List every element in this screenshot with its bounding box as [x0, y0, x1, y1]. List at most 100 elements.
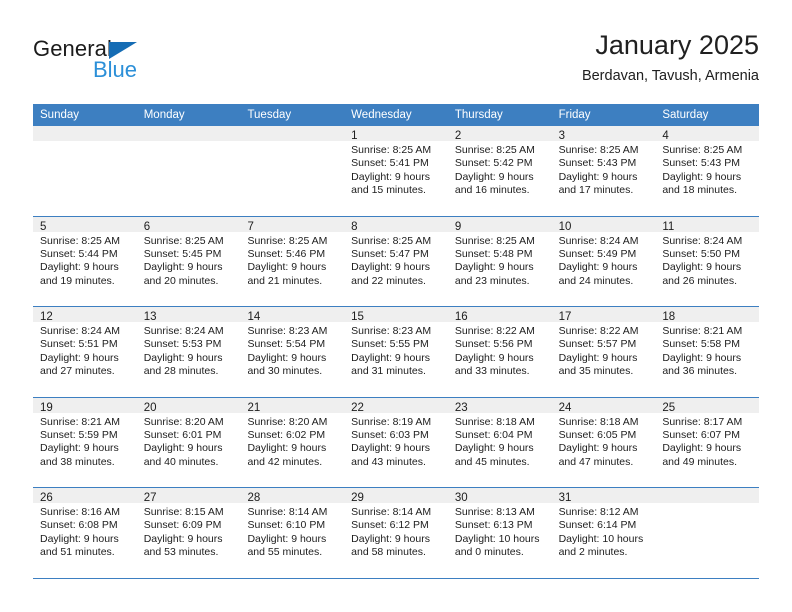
day-cell[interactable]: 24 Sunrise: 8:18 AM Sunset: 6:05 PM Dayligh…: [551, 397, 656, 487]
day-detail-line: Sunrise: 8:20 AM: [143, 415, 224, 428]
day-cell[interactable]: 19 Sunrise: 8:21 AM Sunset: 5:59 PM Dayligh…: [33, 397, 137, 487]
day-cell[interactable]: 11 Sunrise: 8:24 AM Sunset: 5:50 PM Dayligh…: [655, 216, 760, 306]
day-number-band: 26: [33, 488, 137, 504]
day-number: 1: [351, 130, 358, 142]
day-cell[interactable]: 4 Sunrise: 8:25 AM Sunset: 5:43 PM Daylight…: [655, 126, 760, 216]
day-cell[interactable]: 12 Sunrise: 8:24 AM Sunset: 5:51 PM Dayligh…: [33, 307, 137, 397]
day-cell[interactable]: 9 Sunrise: 8:25 AM Sunset: 5:48 PM Daylight…: [447, 216, 552, 306]
day-detail-line: Sunrise: 8:25 AM: [143, 234, 224, 247]
day-cell-empty: [33, 126, 137, 216]
day-detail-line: and 27 minutes.: [40, 365, 115, 378]
day-cell[interactable]: 5 Sunrise: 8:25 AM Sunset: 5:44 PM Daylight…: [33, 216, 137, 306]
day-detail-line: and 16 minutes.: [454, 184, 530, 197]
calendar-week-row: 19 Sunrise: 8:21 AM Sunset: 5:59 PM Dayligh…: [33, 397, 760, 488]
day-cell[interactable]: 21 Sunrise: 8:20 AM Sunset: 6:02 PM Dayligh…: [240, 397, 345, 487]
day-detail-line: Daylight: 9 hours: [247, 351, 327, 364]
day-detail-line: Daylight: 9 hours: [143, 532, 223, 545]
day-cell[interactable]: 22 Sunrise: 8:19 AM Sunset: 6:03 PM Dayligh…: [344, 397, 448, 487]
day-detail-line: Daylight: 9 hours: [558, 261, 638, 274]
day-number-band: 28: [240, 488, 345, 504]
day-cell[interactable]: 25 Sunrise: 8:17 AM Sunset: 6:07 PM Dayligh…: [655, 397, 760, 487]
day-number-band: 17: [551, 307, 656, 323]
day-number: 20: [143, 401, 157, 414]
day-detail-line: and 55 minutes.: [247, 546, 323, 559]
day-number-band: 19: [33, 397, 137, 414]
day-cell[interactable]: 29 Sunrise: 8:14 AM Sunset: 6:12 PM Dayligh…: [344, 488, 448, 578]
day-detail-line: Sunrise: 8:16 AM: [40, 506, 120, 518]
day-number-band: 29: [344, 488, 448, 504]
day-cell[interactable]: 1 Sunrise: 8:25 AM Sunset: 5:41 PM Daylight…: [344, 126, 448, 216]
brand-logo[interactable]: General Blue: [33, 36, 263, 92]
day-detail-line: Daylight: 9 hours: [143, 442, 223, 455]
day-number-band: 18: [655, 307, 760, 323]
day-cell[interactable]: 17 Sunrise: 8:22 AM Sunset: 5:57 PM Dayligh…: [551, 307, 656, 397]
day-number-band: 4: [655, 126, 760, 142]
day-detail-line: and 45 minutes.: [454, 455, 530, 468]
day-detail-line: and 22 minutes.: [351, 274, 426, 287]
day-cell[interactable]: 13 Sunrise: 8:24 AM Sunset: 5:53 PM Dayligh…: [136, 307, 241, 397]
page-title: January 2025: [595, 30, 759, 60]
day-number-band: 5: [33, 216, 137, 233]
day-detail-line: Sunrise: 8:25 AM: [247, 234, 328, 247]
day-cell[interactable]: 20 Sunrise: 8:20 AM Sunset: 6:01 PM Dayligh…: [136, 397, 241, 487]
day-details: Sunrise: 8:25 AM Sunset: 5:46 PM Daylight:…: [240, 232, 344, 289]
day-detail-line: and 15 minutes.: [351, 184, 426, 197]
day-cell[interactable]: 18 Sunrise: 8:21 AM Sunset: 5:58 PM Dayligh…: [655, 307, 760, 397]
day-number: 23: [454, 401, 468, 414]
day-details: Sunrise: 8:12 AM Sunset: 6:14 PM Daylight:…: [552, 503, 656, 560]
day-detail-line: and 58 minutes.: [351, 546, 426, 559]
day-detail-line: Sunset: 5:41 PM: [351, 157, 429, 170]
day-number-band: 20: [136, 397, 241, 414]
day-detail-line: and 42 minutes.: [247, 455, 323, 468]
day-detail-line: Daylight: 9 hours: [247, 532, 327, 545]
day-detail-line: and 26 minutes.: [662, 274, 738, 287]
day-cell[interactable]: 15 Sunrise: 8:23 AM Sunset: 5:55 PM Dayligh…: [344, 307, 448, 397]
day-detail-line: and 38 minutes.: [40, 455, 115, 468]
day-cell[interactable]: 28 Sunrise: 8:14 AM Sunset: 6:10 PM Dayligh…: [240, 488, 345, 578]
day-detail-line: Sunset: 5:48 PM: [454, 247, 533, 260]
day-number-band: 2: [447, 126, 552, 142]
day-details: Sunrise: 8:25 AM Sunset: 5:47 PM Daylight:…: [344, 232, 448, 289]
day-cell-empty: [136, 126, 241, 216]
day-cell[interactable]: 26 Sunrise: 8:16 AM Sunset: 6:08 PM Dayligh…: [33, 488, 137, 578]
day-cell[interactable]: 27 Sunrise: 8:15 AM Sunset: 6:09 PM Dayligh…: [136, 488, 241, 578]
day-cell[interactable]: 2 Sunrise: 8:25 AM Sunset: 5:42 PM Daylight…: [447, 126, 552, 216]
day-detail-line: Sunset: 6:03 PM: [351, 428, 429, 441]
day-number: 12: [40, 311, 53, 323]
day-detail-line: Sunrise: 8:22 AM: [454, 325, 535, 337]
day-number: 8: [351, 220, 358, 233]
day-number: 18: [662, 311, 676, 323]
day-details: Sunrise: 8:17 AM Sunset: 6:07 PM Daylight:…: [655, 413, 759, 470]
day-detail-line: Sunrise: 8:25 AM: [351, 234, 432, 247]
day-cell[interactable]: 6 Sunrise: 8:25 AM Sunset: 5:45 PM Daylight…: [136, 216, 241, 306]
day-cell[interactable]: 31 Sunrise: 8:12 AM Sunset: 6:14 PM Dayligh…: [551, 488, 656, 578]
day-detail-line: and 31 minutes.: [351, 365, 426, 378]
day-details: Sunrise: 8:16 AM Sunset: 6:08 PM Daylight:…: [33, 503, 137, 560]
weekday-header-tuesday: Tuesday: [247, 109, 292, 121]
day-number-band: 12: [33, 307, 137, 323]
day-cell[interactable]: 3 Sunrise: 8:25 AM Sunset: 5:43 PM Daylight…: [551, 126, 656, 216]
day-detail-line: Daylight: 9 hours: [247, 261, 327, 274]
day-cell[interactable]: 30 Sunrise: 8:13 AM Sunset: 6:13 PM Dayligh…: [447, 488, 552, 578]
day-detail-line: and 33 minutes.: [454, 365, 530, 378]
day-detail-line: Sunrise: 8:12 AM: [558, 506, 639, 518]
day-details: [33, 141, 137, 144]
day-number-band: 23: [447, 397, 552, 414]
day-cell[interactable]: 23 Sunrise: 8:18 AM Sunset: 6:04 PM Dayligh…: [447, 397, 552, 487]
day-number-band: 13: [136, 307, 241, 323]
day-cell[interactable]: 14 Sunrise: 8:23 AM Sunset: 5:54 PM Dayligh…: [240, 307, 345, 397]
day-number: 2: [454, 130, 462, 142]
day-details: Sunrise: 8:21 AM Sunset: 5:59 PM Daylight:…: [33, 413, 137, 470]
day-details: Sunrise: 8:24 AM Sunset: 5:50 PM Daylight:…: [655, 232, 759, 289]
day-detail-line: Daylight: 9 hours: [454, 261, 534, 274]
day-detail-line: Sunset: 5:50 PM: [662, 247, 740, 260]
day-cell[interactable]: 7 Sunrise: 8:25 AM Sunset: 5:46 PM Daylight…: [240, 216, 345, 306]
day-detail-line: Sunrise: 8:19 AM: [351, 415, 432, 428]
day-detail-line: Sunrise: 8:23 AM: [247, 325, 328, 337]
day-cell[interactable]: 10 Sunrise: 8:24 AM Sunset: 5:49 PM Dayligh…: [551, 216, 656, 306]
day-cell[interactable]: 16 Sunrise: 8:22 AM Sunset: 5:56 PM Dayligh…: [447, 307, 552, 397]
day-detail-line: Sunrise: 8:18 AM: [558, 415, 639, 428]
day-detail-line: Sunset: 5:51 PM: [40, 338, 118, 351]
day-detail-line: Sunrise: 8:25 AM: [454, 234, 535, 247]
day-cell[interactable]: 8 Sunrise: 8:25 AM Sunset: 5:47 PM Daylight…: [344, 216, 448, 306]
